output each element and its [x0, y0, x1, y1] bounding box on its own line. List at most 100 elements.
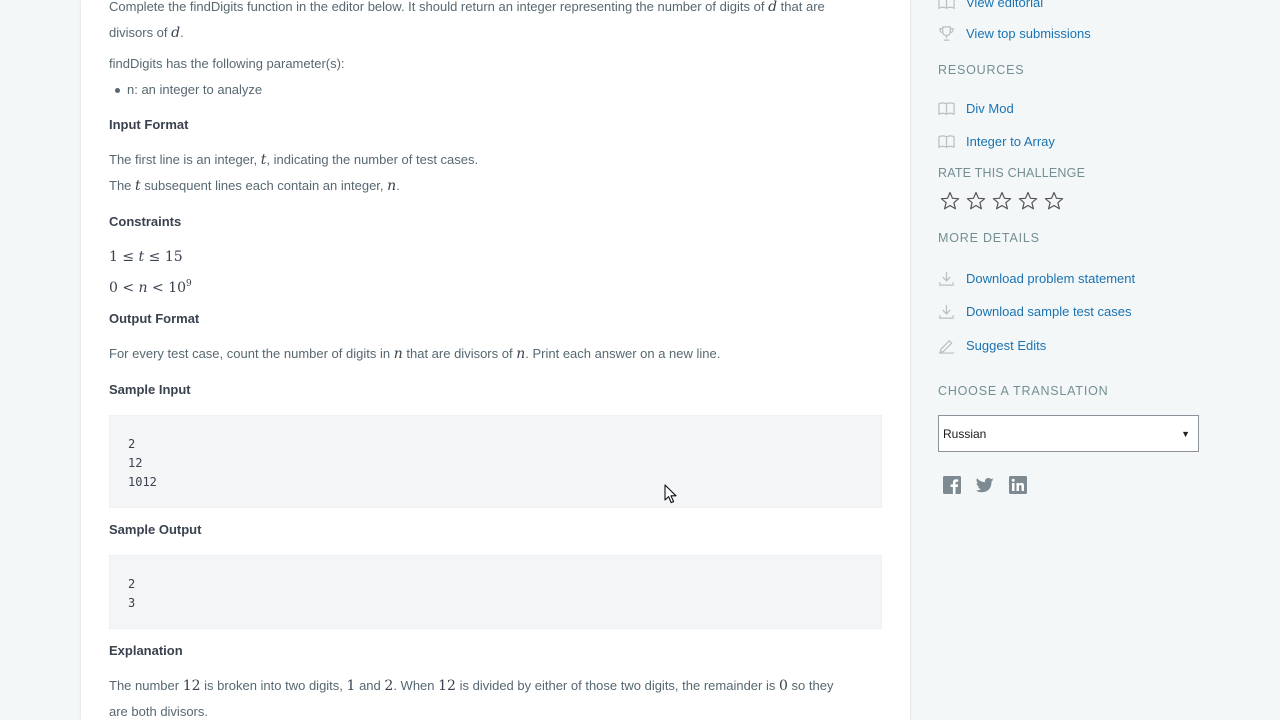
constraint-1: 1 ≤ t ≤ 15	[109, 248, 183, 266]
view-top-submissions-link[interactable]: View top submissions	[938, 23, 1091, 43]
input-format-title: Input Format	[109, 117, 189, 132]
math-num: 12	[438, 678, 456, 694]
book-icon	[938, 101, 955, 115]
download-tests-link[interactable]: Download sample test cases	[938, 301, 1131, 321]
math-var-d: d	[768, 0, 778, 15]
pencil-icon	[938, 339, 955, 354]
rating-stars	[940, 191, 1064, 211]
linkedin-icon[interactable]	[1008, 475, 1028, 495]
sample-input-block: 2 12 1012	[109, 415, 882, 508]
star-outline-icon[interactable]	[1018, 191, 1038, 211]
params-heading: findDigits has the following parameter(s…	[109, 56, 345, 71]
resource-integer-to-array-link[interactable]: Integer to Array	[938, 131, 1055, 151]
star-outline-icon[interactable]	[1044, 191, 1064, 211]
code-line: 1012	[128, 475, 157, 489]
output-text: For every test case, count the number of…	[109, 346, 391, 361]
input-line2-mid: subsequent lines each contain an integer…	[144, 178, 384, 193]
output-mid: that are divisors of	[406, 346, 513, 361]
expl-text: is divided by either of those two digits…	[459, 678, 776, 693]
exponent: 9	[186, 279, 192, 289]
intro-line2-text: divisors of	[109, 25, 168, 40]
constraints-title: Constraints	[109, 214, 182, 229]
resource-integer-to-array-label: Integer to Array	[966, 133, 1055, 149]
sample-output-block: 2 3	[109, 555, 882, 629]
input-line1-text: The first line is an integer,	[109, 152, 258, 167]
output-suffix: . Print each answer on a new line.	[525, 346, 721, 361]
intro-line-1: Complete the findDigits function in the …	[109, 0, 825, 16]
constraint2-right: < 10	[147, 280, 187, 296]
download-statement-link[interactable]: Download problem statement	[938, 268, 1135, 288]
math-num: 1	[346, 678, 356, 694]
sample-input-title: Sample Input	[109, 382, 191, 397]
period: .	[180, 25, 184, 40]
translation-select[interactable]: Russian ▼	[938, 415, 1199, 452]
param-n: n: an integer to analyze	[127, 82, 263, 97]
code-line: 12	[128, 456, 143, 470]
twitter-icon[interactable]	[975, 475, 995, 495]
translation-heading: CHOOSE A TRANSLATION	[938, 384, 1109, 398]
chevron-down-icon: ▼	[1181, 428, 1190, 439]
expl-text: . When	[393, 678, 435, 693]
code-line: 2	[128, 437, 136, 451]
download-tests-label: Download sample test cases	[966, 303, 1132, 319]
resources-heading: RESOURCES	[938, 63, 1025, 77]
math-num: 2	[384, 678, 394, 694]
download-icon	[939, 304, 954, 319]
explanation-line-1: The number 12 is broken into two digits,…	[109, 677, 833, 695]
suggest-edits-label: Suggest Edits	[966, 337, 1047, 353]
more-details-heading: MORE DETAILS	[938, 231, 1040, 245]
code-line: 2	[128, 577, 136, 591]
constraint1-right: ≤ 15	[144, 249, 183, 265]
resource-div-mod-label: Div Mod	[966, 100, 1014, 116]
view-editorial-label: View editorial	[966, 0, 1044, 10]
suggest-edits-link[interactable]: Suggest Edits	[938, 335, 1046, 355]
trophy-icon	[939, 25, 954, 41]
expl-text: and	[359, 678, 381, 693]
constraint-2: 0 < n < 109	[109, 275, 192, 297]
download-statement-label: Download problem statement	[966, 270, 1136, 286]
math-var-n: n	[138, 280, 148, 296]
facebook-icon[interactable]	[942, 475, 962, 495]
view-top-submissions-label: View top submissions	[966, 25, 1091, 41]
output-line: For every test case, count the number of…	[109, 345, 720, 363]
download-icon	[939, 271, 954, 286]
explanation-line-2: are both divisors.	[109, 704, 208, 719]
star-outline-icon[interactable]	[940, 191, 960, 211]
input-line-2: The t subsequent lines each contain an i…	[109, 177, 400, 195]
math-var-n: n	[387, 178, 397, 194]
expl-text: is broken into two digits,	[204, 678, 343, 693]
list-bullet	[115, 88, 120, 93]
book-icon	[938, 0, 955, 9]
problem-panel: Complete the findDigits function in the …	[81, 0, 910, 720]
expl-text: The number	[109, 678, 180, 693]
book-icon	[938, 134, 955, 148]
input-line-1: The first line is an integer, t, indicat…	[109, 151, 478, 169]
translation-selected-value: Russian	[943, 426, 987, 441]
input-line2-text: The	[109, 178, 132, 193]
social-links	[942, 475, 1028, 495]
math-num: 12	[182, 678, 201, 694]
view-editorial-link[interactable]: View editorial	[938, 0, 1043, 12]
resource-div-mod-link[interactable]: Div Mod	[938, 98, 1014, 118]
intro-text-suffix: that are	[780, 0, 825, 14]
math-var-t: t	[135, 178, 141, 194]
star-outline-icon[interactable]	[992, 191, 1012, 211]
constraint2-left: 0 <	[109, 280, 139, 296]
star-outline-icon[interactable]	[966, 191, 986, 211]
output-format-title: Output Format	[109, 311, 200, 326]
math-var-n: n	[393, 346, 403, 362]
expl-text: so they	[791, 678, 834, 693]
intro-line-2: divisors of d.	[109, 24, 184, 42]
rate-heading: RATE THIS CHALLENGE	[938, 166, 1086, 180]
math-num: 0	[779, 678, 788, 694]
sample-output-title: Sample Output	[109, 522, 202, 537]
code-line: 3	[128, 596, 136, 610]
input-line1-suffix: , indicating the number of test cases.	[266, 152, 479, 167]
mouse-cursor-icon	[664, 484, 677, 504]
explanation-title: Explanation	[109, 643, 183, 658]
intro-text: Complete the findDigits function in the …	[109, 0, 765, 14]
period: .	[396, 178, 400, 193]
constraint1-left: 1 ≤	[109, 249, 139, 265]
math-var-n: n	[516, 346, 526, 362]
math-var-d: d	[171, 25, 181, 41]
